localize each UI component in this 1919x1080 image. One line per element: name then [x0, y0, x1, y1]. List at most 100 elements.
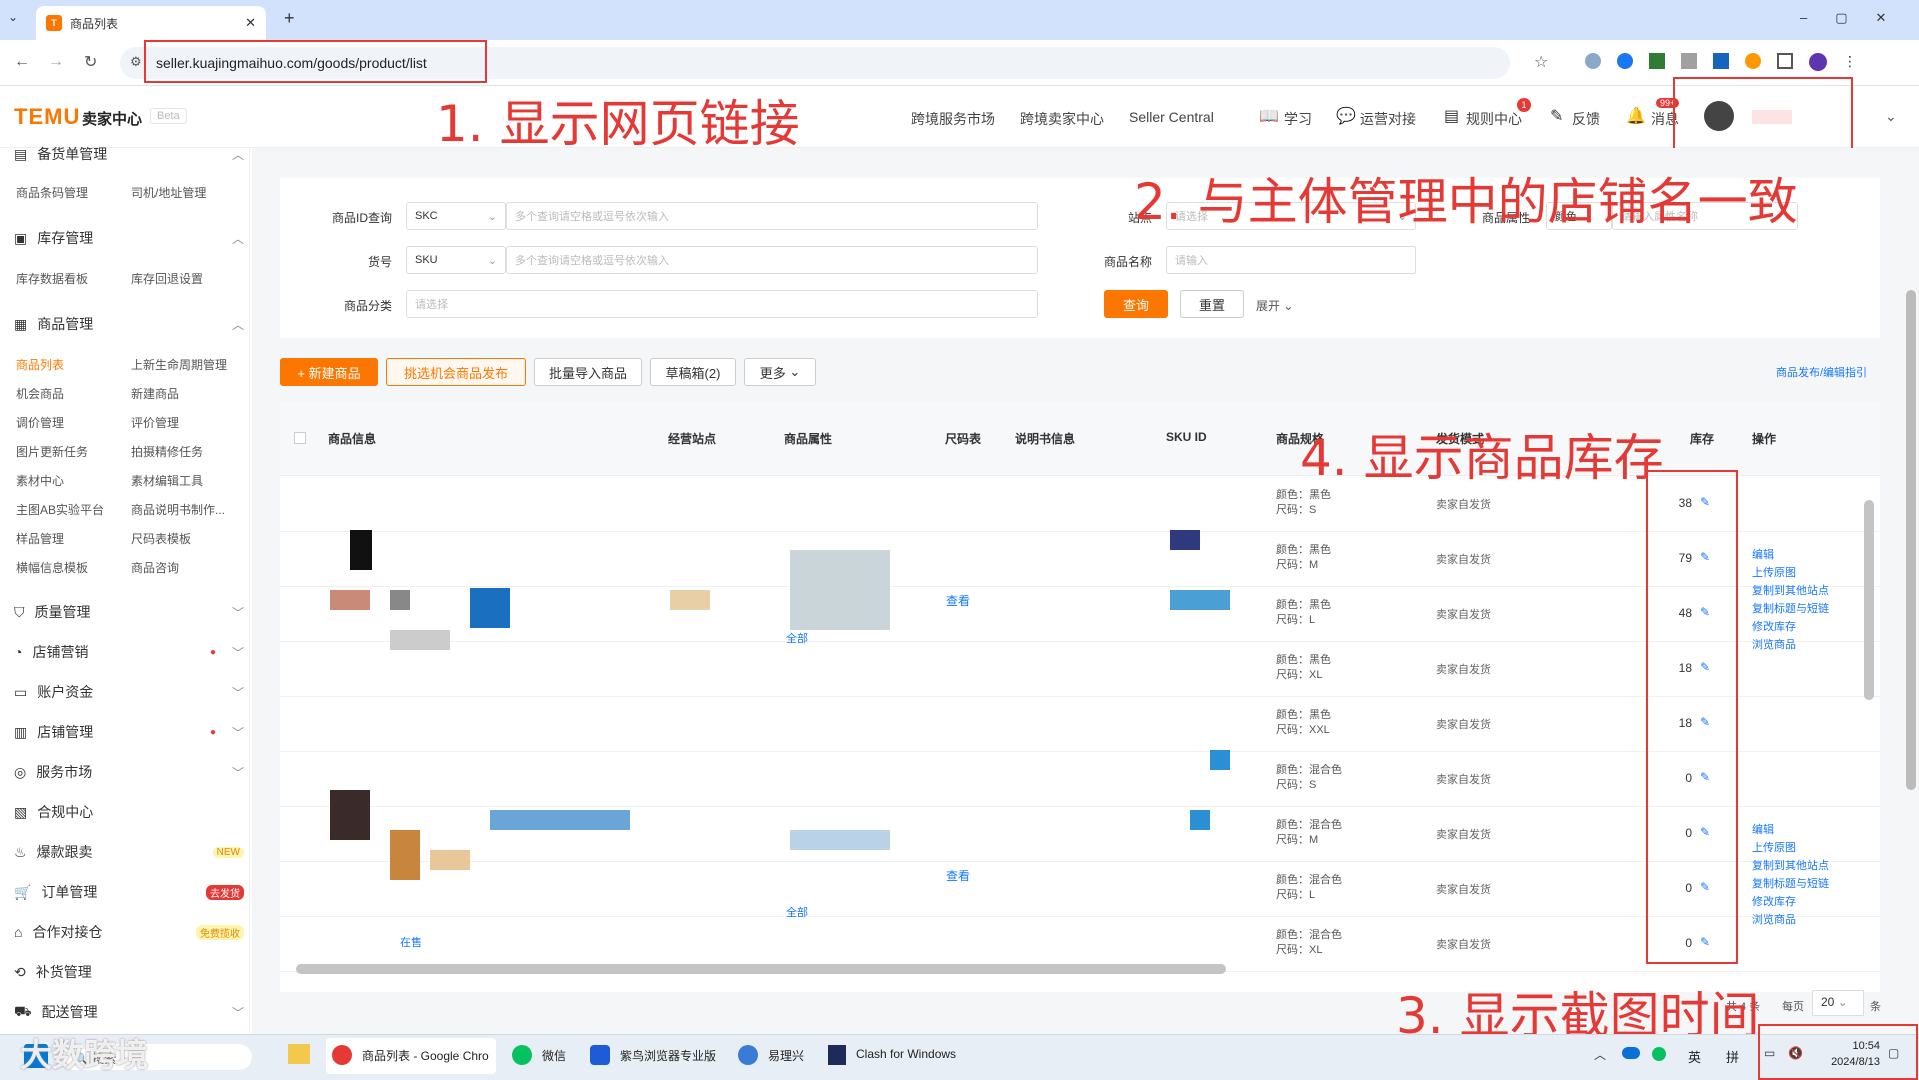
id-type-select[interactable]: SKC ⌄: [406, 202, 506, 230]
select-all-checkbox[interactable]: [294, 432, 306, 444]
sidebar-item-banner[interactable]: 横幅信息模板: [16, 559, 88, 576]
code-search-input[interactable]: 多个查询请空格或逗号依次输入: [506, 246, 1038, 274]
back-icon[interactable]: ←: [14, 53, 30, 71]
sidebar-menu-hot[interactable]: ♨ 爆款跟卖 NEW: [14, 842, 244, 862]
site-info-icon[interactable]: ⚙: [130, 54, 142, 70]
wechat-icon[interactable]: [512, 1045, 532, 1065]
pick-opportunity-button[interactable]: 挑选机会商品发布: [386, 358, 526, 386]
clash-icon[interactable]: [828, 1045, 846, 1065]
publish-guide-link[interactable]: 商品发布/编辑指引: [1776, 364, 1867, 380]
sidebar-item-inventory-dashboard[interactable]: 库存数据看板: [16, 270, 88, 287]
action-link[interactable]: 复制标题与短链: [1752, 600, 1829, 618]
action-link[interactable]: 复制到其他站点: [1752, 857, 1829, 875]
sidebar-item-materials[interactable]: 素材中心: [16, 472, 64, 489]
sidebar-menu-quality[interactable]: ⛉ 质量管理 ﹀: [14, 602, 244, 622]
profile-avatar-icon[interactable]: [1809, 53, 1827, 71]
extensions-puzzle-icon[interactable]: [1777, 53, 1793, 69]
action-link[interactable]: 编辑: [1752, 821, 1829, 839]
sidebar-group-products[interactable]: ▦ 商品管理 ︿: [14, 314, 244, 334]
horizontal-scrollbar[interactable]: [296, 964, 1226, 974]
page-size-select[interactable]: 20 ⌄: [1812, 990, 1864, 1016]
extension-icon[interactable]: [1745, 53, 1761, 69]
more-button[interactable]: 更多 ⌄: [744, 358, 816, 386]
bookmark-star-icon[interactable]: ☆: [1534, 52, 1548, 72]
sidebar-menu-marketing[interactable]: ◔ 店铺营销 ● ﹀: [14, 642, 244, 662]
reset-button[interactable]: 重置: [1180, 290, 1244, 318]
nav-rules[interactable]: 规则中心: [1466, 109, 1522, 129]
sidebar-item-size-template[interactable]: 尺码表模板: [131, 530, 191, 547]
temu-logo[interactable]: TEMU: [14, 104, 80, 130]
sidebar-menu-delivery[interactable]: ⛟ 配送管理 ﹀: [14, 1002, 244, 1022]
action-link[interactable]: 上传原图: [1752, 564, 1829, 582]
sidebar-item-inquiry[interactable]: 商品咨询: [131, 559, 179, 576]
sidebar-item-new-product[interactable]: 新建商品: [131, 385, 179, 402]
extension-icon[interactable]: [1617, 53, 1633, 69]
onedrive-icon[interactable]: [1622, 1047, 1640, 1059]
action-link[interactable]: 编辑: [1752, 546, 1829, 564]
browser-tab[interactable]: T 商品列表 ✕: [36, 6, 266, 40]
nav-ops[interactable]: 运营对接: [1360, 109, 1416, 129]
extension-icon[interactable]: [1713, 53, 1729, 69]
extension-icons[interactable]: ⋮: [1585, 53, 1857, 71]
file-explorer-icon[interactable]: [288, 1044, 310, 1064]
size-chart-view-link[interactable]: 查看: [946, 867, 970, 884]
sidebar-item-reviews[interactable]: 评价管理: [131, 414, 179, 431]
attributes-all-link[interactable]: 全部: [786, 630, 808, 646]
reload-icon[interactable]: ↻: [84, 52, 97, 72]
sidebar-item-inventory-rollback[interactable]: 库存回退设置: [131, 270, 203, 287]
sidebar-menu-orders[interactable]: 🛒 订单管理 去发货: [14, 882, 244, 902]
action-link[interactable]: 修改库存: [1752, 618, 1829, 636]
sidebar-menu-funds[interactable]: ▭ 账户资金 ﹀: [14, 682, 244, 702]
sidebar-item-samples[interactable]: 样品管理: [16, 530, 64, 547]
attributes-all-link[interactable]: 全部: [786, 904, 808, 920]
account-chevron-icon[interactable]: ⌄: [1885, 108, 1897, 125]
sidebar-menu-coop[interactable]: ⌂ 合作对接仓 免费揽收: [14, 922, 244, 942]
sidebar-menu-service[interactable]: ◎ 服务市场 ﹀: [14, 762, 244, 782]
action-link[interactable]: 复制标题与短链: [1752, 875, 1829, 893]
action-link[interactable]: 复制到其他站点: [1752, 582, 1829, 600]
taskbar-ziniao-label[interactable]: 紫鸟浏览器专业版: [620, 1047, 716, 1064]
sidebar-item-opportunity[interactable]: 机会商品: [16, 385, 64, 402]
browser-menu-icon[interactable]: ⋮: [1843, 53, 1857, 71]
query-button[interactable]: 查询: [1104, 290, 1168, 318]
sidebar-item-photo-tasks[interactable]: 拍摄精修任务: [131, 443, 203, 460]
app-icon[interactable]: [738, 1045, 758, 1065]
page-scrollbar[interactable]: [1906, 290, 1916, 790]
tab-list-icon[interactable]: ⌄: [8, 10, 18, 24]
extension-icon[interactable]: [1681, 53, 1697, 69]
close-tab-icon[interactable]: ✕: [245, 15, 256, 31]
tray-expand-icon[interactable]: ︿: [1594, 1046, 1606, 1063]
vertical-scrollbar[interactable]: [1864, 500, 1874, 700]
window-controls[interactable]: –▢✕: [1800, 10, 1914, 26]
action-link[interactable]: 修改库存: [1752, 893, 1829, 911]
sidebar-group-inventory[interactable]: ▣ 库存管理 ︿: [14, 228, 244, 248]
status-on-sale[interactable]: 在售: [400, 934, 422, 950]
sidebar-item-material-tool[interactable]: 素材编辑工具: [131, 472, 203, 489]
taskbar-wechat-label[interactable]: 微信: [542, 1047, 566, 1064]
sidebar-item-barcode[interactable]: 商品条码管理: [16, 184, 88, 201]
drafts-button[interactable]: 草稿箱(2): [650, 358, 736, 386]
sidebar-menu-store[interactable]: ▥ 店铺管理 ● ﹀: [14, 722, 244, 742]
taskbar-app-label[interactable]: 易理兴: [768, 1047, 804, 1064]
nav-seller-central[interactable]: Seller Central: [1129, 109, 1214, 125]
sidebar-item-manual[interactable]: 商品说明书制作...: [131, 501, 225, 518]
wechat-tray-icon[interactable]: [1652, 1047, 1666, 1061]
expand-toggle[interactable]: 展开 ⌄: [1256, 297, 1293, 314]
nav-service-market[interactable]: 跨境服务市场: [911, 109, 995, 129]
action-link[interactable]: 上传原图: [1752, 839, 1829, 857]
action-link[interactable]: 浏览商品: [1752, 911, 1829, 929]
sidebar-item-product-list[interactable]: 商品列表: [16, 356, 64, 373]
nav-feedback[interactable]: 反馈: [1572, 109, 1600, 129]
ime-english[interactable]: 英: [1688, 1047, 1701, 1066]
action-link[interactable]: 浏览商品: [1752, 636, 1829, 654]
sidebar-item-image-tasks[interactable]: 图片更新任务: [16, 443, 88, 460]
id-search-input[interactable]: 多个查询请空格或逗号依次输入: [506, 202, 1038, 230]
sidebar-group-stock-order[interactable]: ▤ 备货单管理 ︿: [14, 144, 244, 164]
nav-learn[interactable]: 学习: [1284, 109, 1312, 129]
new-tab-icon[interactable]: +: [284, 8, 295, 29]
sidebar-item-driver[interactable]: 司机/地址管理: [131, 184, 206, 201]
batch-import-button[interactable]: 批量导入商品: [534, 358, 642, 386]
name-input[interactable]: 请输入: [1166, 246, 1416, 274]
nav-seller-center[interactable]: 跨境卖家中心: [1020, 109, 1104, 129]
sidebar-menu-restock[interactable]: ⟲ 补货管理: [14, 962, 244, 982]
